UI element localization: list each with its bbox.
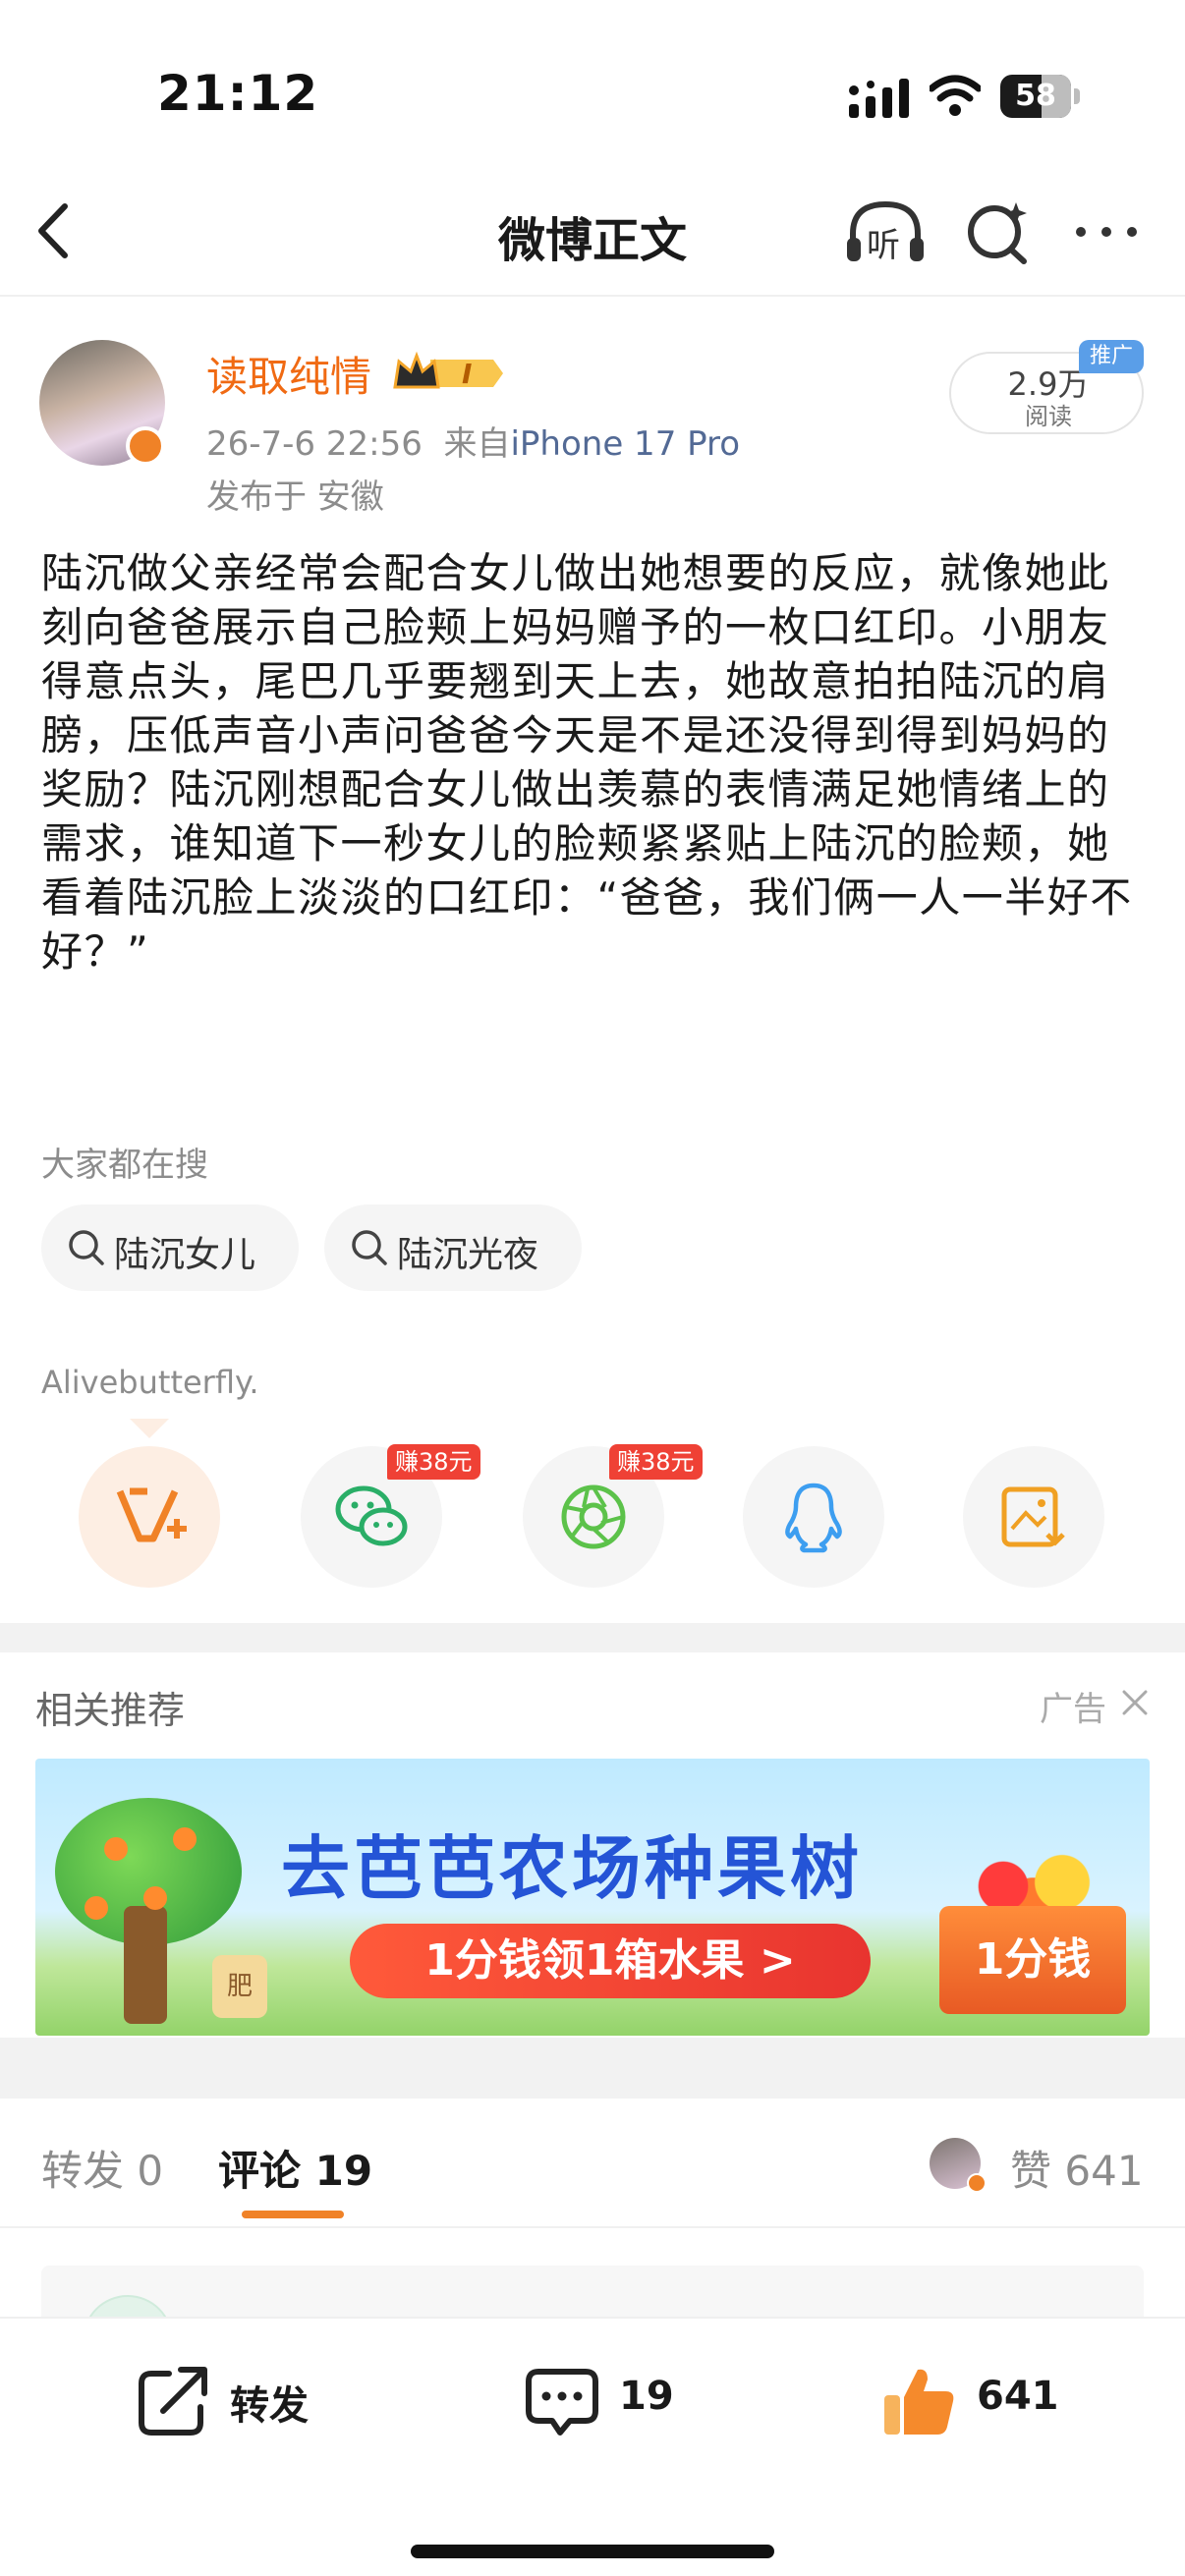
fruit-dot <box>143 1886 167 1910</box>
qq-icon <box>785 1483 842 1553</box>
repost-icon[interactable] <box>134 2362 212 2440</box>
level-badge: I <box>462 358 473 390</box>
verified-badge-icon <box>967 2173 987 2193</box>
ad-label: 广告 <box>1040 1690 1106 1729</box>
search-icon <box>69 1230 104 1265</box>
crown-icon <box>393 351 503 389</box>
vplus-icon <box>116 1487 187 1542</box>
home-indicator <box>411 2545 774 2558</box>
post-body: 陆沉做父亲经常会配合女儿做出她想要的反应，就像她此刻向爸爸展示自己脸颊上妈妈赠予… <box>41 549 1133 976</box>
battery-icon: 58 <box>1000 75 1080 118</box>
tab-comments-label: 评论 <box>218 2147 302 2195</box>
author-username[interactable]: 读取纯情 <box>206 344 371 404</box>
fruit-box: 1分钱 <box>939 1906 1126 2014</box>
moments-icon <box>561 1484 626 1549</box>
verified-badge-icon <box>126 426 165 466</box>
hot-search-chip-label: 陆沉女儿 <box>114 1235 256 1275</box>
save-image-icon <box>1001 1486 1065 1547</box>
section-divider <box>0 2038 1185 2099</box>
hot-search-chip[interactable]: 陆沉女儿 <box>41 1204 299 1291</box>
hot-search-title: 大家都在搜 <box>41 1146 208 1185</box>
promo-tag: 推广 <box>1079 340 1144 373</box>
battery-level: 58 <box>1015 79 1056 113</box>
comment-icon[interactable] <box>523 2362 601 2440</box>
section-divider <box>0 1623 1185 1652</box>
tab-likes-label: 赞 <box>1010 2147 1052 2195</box>
tab-likes-count: 641 <box>1064 2147 1144 2195</box>
fruit-dot <box>85 1896 108 1920</box>
more-options-icon[interactable] <box>1071 222 1142 242</box>
ad-title: 去芭芭农场种果树 <box>281 1828 863 1909</box>
active-tab-indicator <box>242 2211 344 2218</box>
hot-search-chip-label: 陆沉光夜 <box>397 1235 539 1275</box>
repost-button-label[interactable]: 转发 <box>230 2374 309 2431</box>
tree-trunk <box>124 1906 167 2024</box>
close-icon[interactable] <box>1120 1688 1150 1717</box>
wifi-icon <box>930 75 981 116</box>
post-meta: 26-7-6 22:56 来自iPhone 17 Pro <box>206 417 740 465</box>
search-icon <box>352 1230 387 1265</box>
thumbs-up-icon[interactable] <box>880 2362 959 2440</box>
source-prefix: 来自 <box>443 424 511 464</box>
back-arrow-icon[interactable] <box>29 196 79 265</box>
tabs-divider <box>0 2226 1185 2228</box>
fertilizer-bag: 肥 <box>212 1955 267 2018</box>
tab-reposts[interactable]: 转发 0 <box>41 2138 163 2198</box>
post-timestamp: 26-7-6 22:56 <box>206 424 423 464</box>
read-label: 阅读 <box>1025 403 1072 430</box>
share-vplus-button[interactable] <box>79 1446 220 1588</box>
bottom-action-bar <box>0 2317 1185 2576</box>
share-qq-button[interactable] <box>743 1446 884 1588</box>
post-signature: Alivebutterfly. <box>41 1364 259 1401</box>
post-location: 发布于 安徽 <box>206 477 384 517</box>
tab-likes[interactable]: 赞 641 <box>1010 2138 1144 2198</box>
listen-button[interactable]: 听 <box>843 196 928 267</box>
earn-reward-tag: 赚38元 <box>387 1444 480 1480</box>
tab-comments[interactable]: 评论 19 <box>218 2138 372 2198</box>
like-count[interactable]: 641 <box>977 2374 1059 2419</box>
ad-banner[interactable]: 肥 去芭芭农场种果树 1分钱领1箱水果 > 1分钱 <box>35 1759 1150 2036</box>
nav-divider <box>0 295 1185 297</box>
wechat-icon <box>335 1485 408 1546</box>
hot-search-chip[interactable]: 陆沉光夜 <box>324 1204 582 1291</box>
tab-reposts-count: 0 <box>137 2147 164 2195</box>
fruit-dot <box>173 1827 197 1851</box>
page-title: 微博正文 <box>497 213 687 268</box>
comment-count[interactable]: 19 <box>619 2374 674 2419</box>
post-device[interactable]: iPhone 17 Pro <box>510 424 740 464</box>
cellular-signal-icon <box>849 79 909 118</box>
save-image-button[interactable] <box>963 1446 1104 1588</box>
earn-reward-tag: 赚38元 <box>609 1444 703 1480</box>
tab-comments-count: 19 <box>314 2147 373 2195</box>
ad-cta-button[interactable]: 1分钱领1箱水果 > <box>350 1924 871 1998</box>
listen-label: 听 <box>867 226 900 265</box>
status-time: 21:12 <box>157 65 319 122</box>
tab-reposts-label: 转发 <box>41 2147 125 2195</box>
selection-pointer-icon <box>130 1419 169 1438</box>
related-title: 相关推荐 <box>35 1689 186 1732</box>
member-crown-badge: I <box>391 350 507 397</box>
search-icon[interactable] <box>963 196 1034 267</box>
fruit-dot <box>104 1837 128 1861</box>
